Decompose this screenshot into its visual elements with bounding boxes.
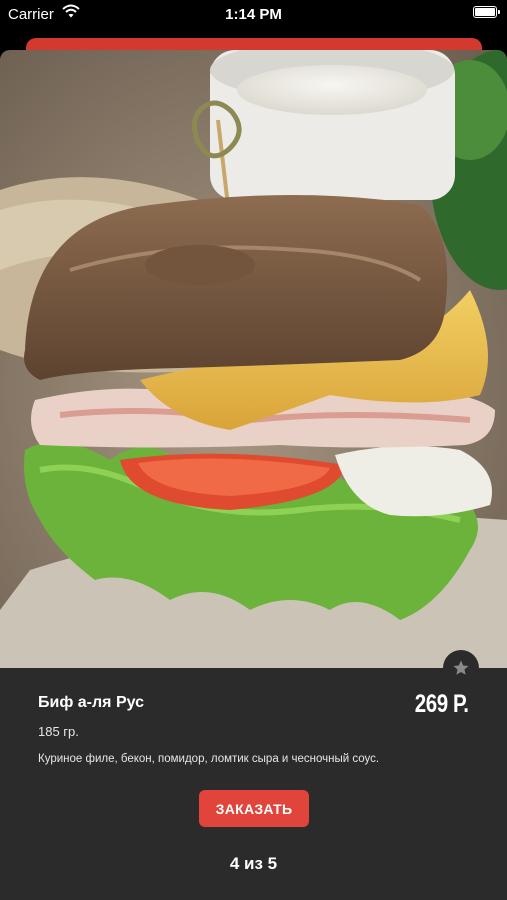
status-bar: Carrier 1:14 PM [0,0,507,28]
battery-icon [473,6,500,18]
product-name: Биф а-ля Рус [38,694,145,711]
product-card[interactable]: Биф а-ля Рус 269 Р. 185 гр. Куриное филе… [0,50,507,900]
product-info-panel: Биф а-ля Рус 269 Р. 185 гр. Куриное филе… [0,668,507,900]
status-time: 1:14 PM [225,6,282,23]
product-price: 269 Р. [415,690,469,718]
star-icon [453,660,469,675]
pager-indicator: 4 из 5 [229,854,278,873]
order-button[interactable]: ЗАКАЗАТЬ [199,790,309,827]
favorite-button[interactable] [443,650,479,686]
product-weight: 185 гр. [38,724,79,739]
product-description: Куриное филе, бекон, помидор, ломтик сыр… [38,753,380,765]
sandwich-photo [0,50,507,668]
